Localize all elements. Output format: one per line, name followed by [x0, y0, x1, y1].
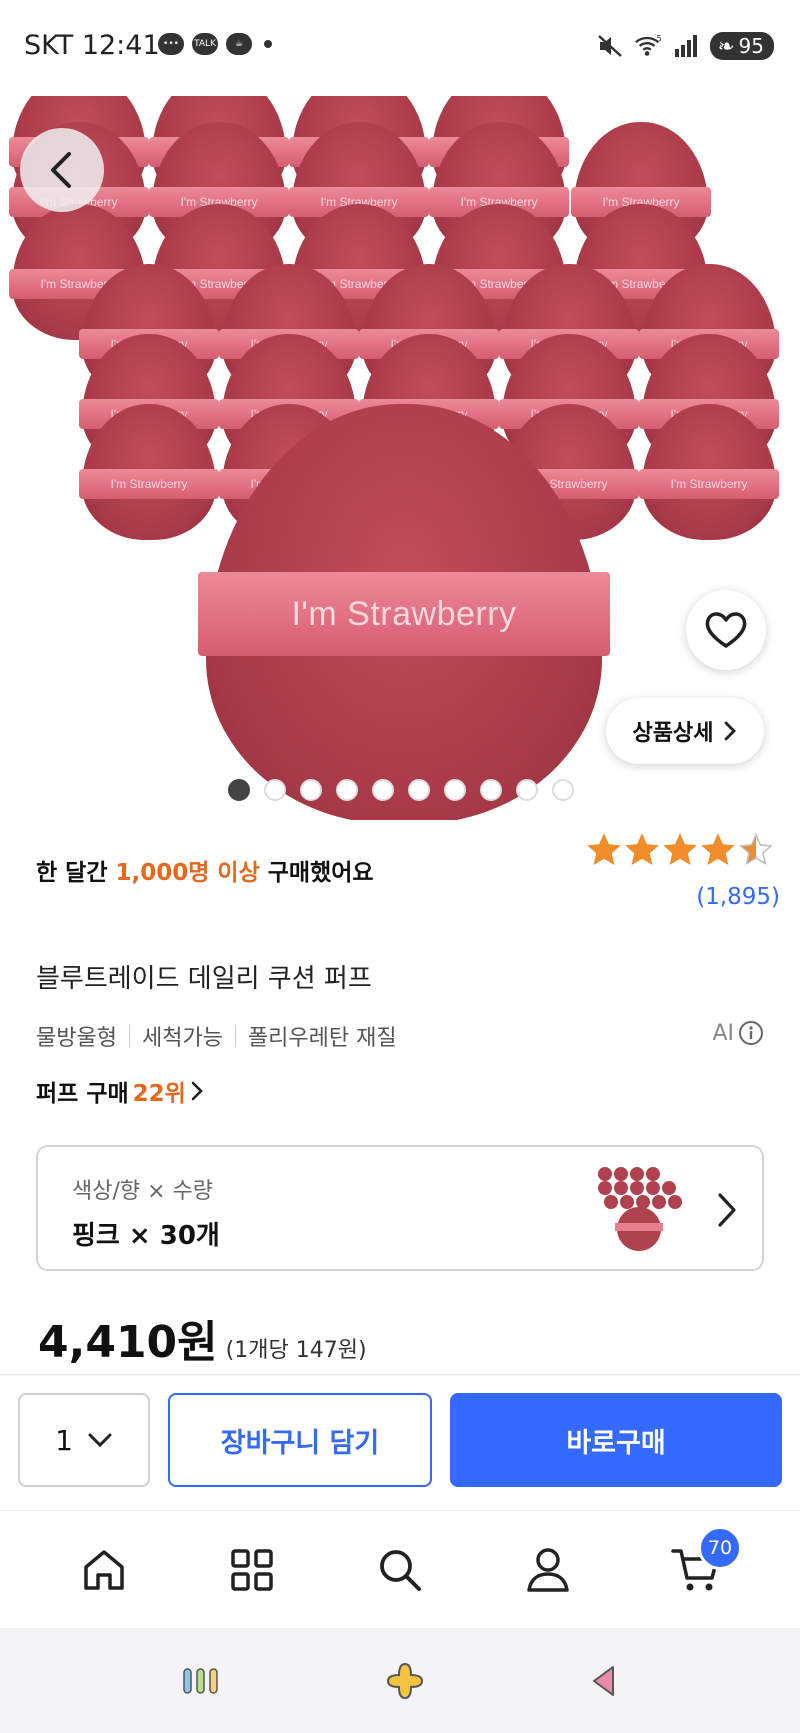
price-amount: 4,410원	[38, 1317, 218, 1368]
add-to-cart-button[interactable]: 장바구니 담기	[168, 1393, 432, 1487]
option-value: 핑크 × 30개	[72, 1221, 220, 1251]
carousel-dot[interactable]	[264, 779, 286, 801]
system-icons: 5 ❧ 95	[596, 32, 774, 60]
info-icon	[739, 1021, 763, 1045]
purchase-bar: 1 장바구니 담기 바로구매	[0, 1374, 800, 1510]
app-bottom-nav: 70	[0, 1510, 800, 1628]
purchase-count-text: 한 달간 1,000명 이상 구매했어요	[36, 853, 374, 887]
carousel-dot[interactable]	[552, 779, 574, 801]
battery-indicator: ❧ 95	[709, 32, 774, 60]
rank-highlight: 22위	[132, 1081, 186, 1107]
star-icon	[701, 833, 735, 866]
talk-icon: TALK	[192, 33, 218, 55]
battery-level: 95	[738, 34, 764, 58]
chevron-left-icon	[51, 152, 71, 188]
leaf-icon: ❧	[717, 34, 735, 58]
purchase-suffix: 구매했어요	[259, 860, 374, 886]
carousel-dot[interactable]	[372, 779, 394, 801]
cafe-icon: ☕	[226, 33, 252, 55]
carousel-dot[interactable]	[516, 779, 538, 801]
search-icon	[380, 1549, 421, 1591]
chat-icon: •••	[158, 33, 184, 55]
option-selector[interactable]: 색상/향 × 수량 핑크 × 30개	[36, 1145, 764, 1271]
back-button[interactable]	[20, 128, 104, 212]
product-detail-button[interactable]: 상품상세	[606, 698, 764, 764]
svg-text:5: 5	[656, 33, 661, 43]
review-count[interactable]: (1,895)	[696, 884, 780, 910]
option-label: 색상/향 × 수량	[72, 1179, 214, 1204]
home-icon	[84, 1549, 124, 1590]
heart-icon	[705, 612, 747, 648]
puff-main-band-label: I'm Strawberry	[198, 572, 610, 656]
puff-band-label: I'm Strawberry	[639, 469, 779, 500]
tag-separator	[128, 1025, 130, 1047]
unit-price: (1개당 147원)	[225, 1338, 367, 1363]
chevron-down-icon	[88, 1433, 112, 1448]
carousel-dot[interactable]	[480, 779, 502, 801]
carousel-dot[interactable]	[228, 779, 250, 801]
product-tags: 물방울형 세척가능 폴리우레탄 재질	[36, 1020, 397, 1052]
purchase-prefix: 한 달간	[36, 860, 116, 886]
user-icon	[527, 1547, 569, 1592]
rank-prefix: 퍼프 구매	[36, 1081, 129, 1107]
star-rating[interactable]	[586, 832, 774, 868]
status-bar: SKT 12:41 ••• TALK ☕ 5 ❧ 95	[0, 0, 800, 96]
star-icon	[587, 833, 621, 866]
ai-label: AI	[712, 1020, 734, 1046]
chevron-right-icon	[191, 1081, 203, 1101]
home-button-icon[interactable]	[384, 1660, 426, 1702]
carousel-dot[interactable]	[336, 779, 358, 801]
price: 4,410원 (1개당 147원)	[38, 1306, 367, 1370]
product-tag: 세척가능	[141, 1026, 223, 1051]
recent-apps-icon[interactable]	[181, 1665, 221, 1697]
purchase-highlight: 1,000명 이상	[115, 860, 260, 886]
cart-count-badge: 70	[698, 1525, 742, 1570]
carrier-time: SKT 12:41	[24, 30, 160, 61]
star-icon	[739, 833, 773, 866]
star-icon	[625, 833, 659, 866]
nav-search[interactable]	[360, 1530, 440, 1610]
star-icon	[663, 833, 697, 866]
tag-separator	[234, 1025, 236, 1047]
option-thumbnail	[598, 1167, 682, 1251]
product-detail-label: 상품상세	[632, 721, 714, 746]
signal-icon	[674, 35, 697, 57]
category-icon	[231, 1548, 273, 1591]
ai-info-button[interactable]: AI	[712, 1020, 764, 1046]
carousel-dot[interactable]	[444, 779, 466, 801]
back-triangle-icon[interactable]	[589, 1663, 619, 1699]
wishlist-button[interactable]	[686, 590, 766, 670]
mute-icon	[597, 35, 622, 57]
nav-home[interactable]	[64, 1530, 144, 1610]
nav-category[interactable]	[212, 1530, 292, 1610]
quantity-select[interactable]: 1	[18, 1393, 150, 1487]
notification-icons: ••• TALK ☕	[158, 33, 272, 55]
product-tag: 폴리우레탄 재질	[247, 1026, 397, 1051]
nav-my[interactable]	[508, 1530, 588, 1610]
carousel-dot[interactable]	[300, 779, 322, 801]
quantity-value: 1	[55, 1423, 73, 1457]
more-dot-icon	[264, 40, 272, 48]
carousel-indicator	[228, 779, 574, 801]
chevron-right-icon	[725, 721, 737, 741]
system-nav-bar	[0, 1628, 800, 1733]
puff-band-label: I'm Strawberry	[79, 469, 219, 500]
category-rank-link[interactable]: 퍼프 구매 22위	[36, 1074, 204, 1108]
product-title: 블루트레이드 데일리 쿠션 퍼프	[36, 964, 372, 994]
buy-now-button[interactable]: 바로구매	[450, 1393, 782, 1487]
carousel-dot[interactable]	[408, 779, 430, 801]
nav-cart[interactable]: 70	[656, 1525, 742, 1610]
wifi-icon: 5	[634, 33, 662, 56]
chevron-right-icon	[718, 1193, 736, 1227]
product-tag: 물방울형	[36, 1026, 117, 1051]
